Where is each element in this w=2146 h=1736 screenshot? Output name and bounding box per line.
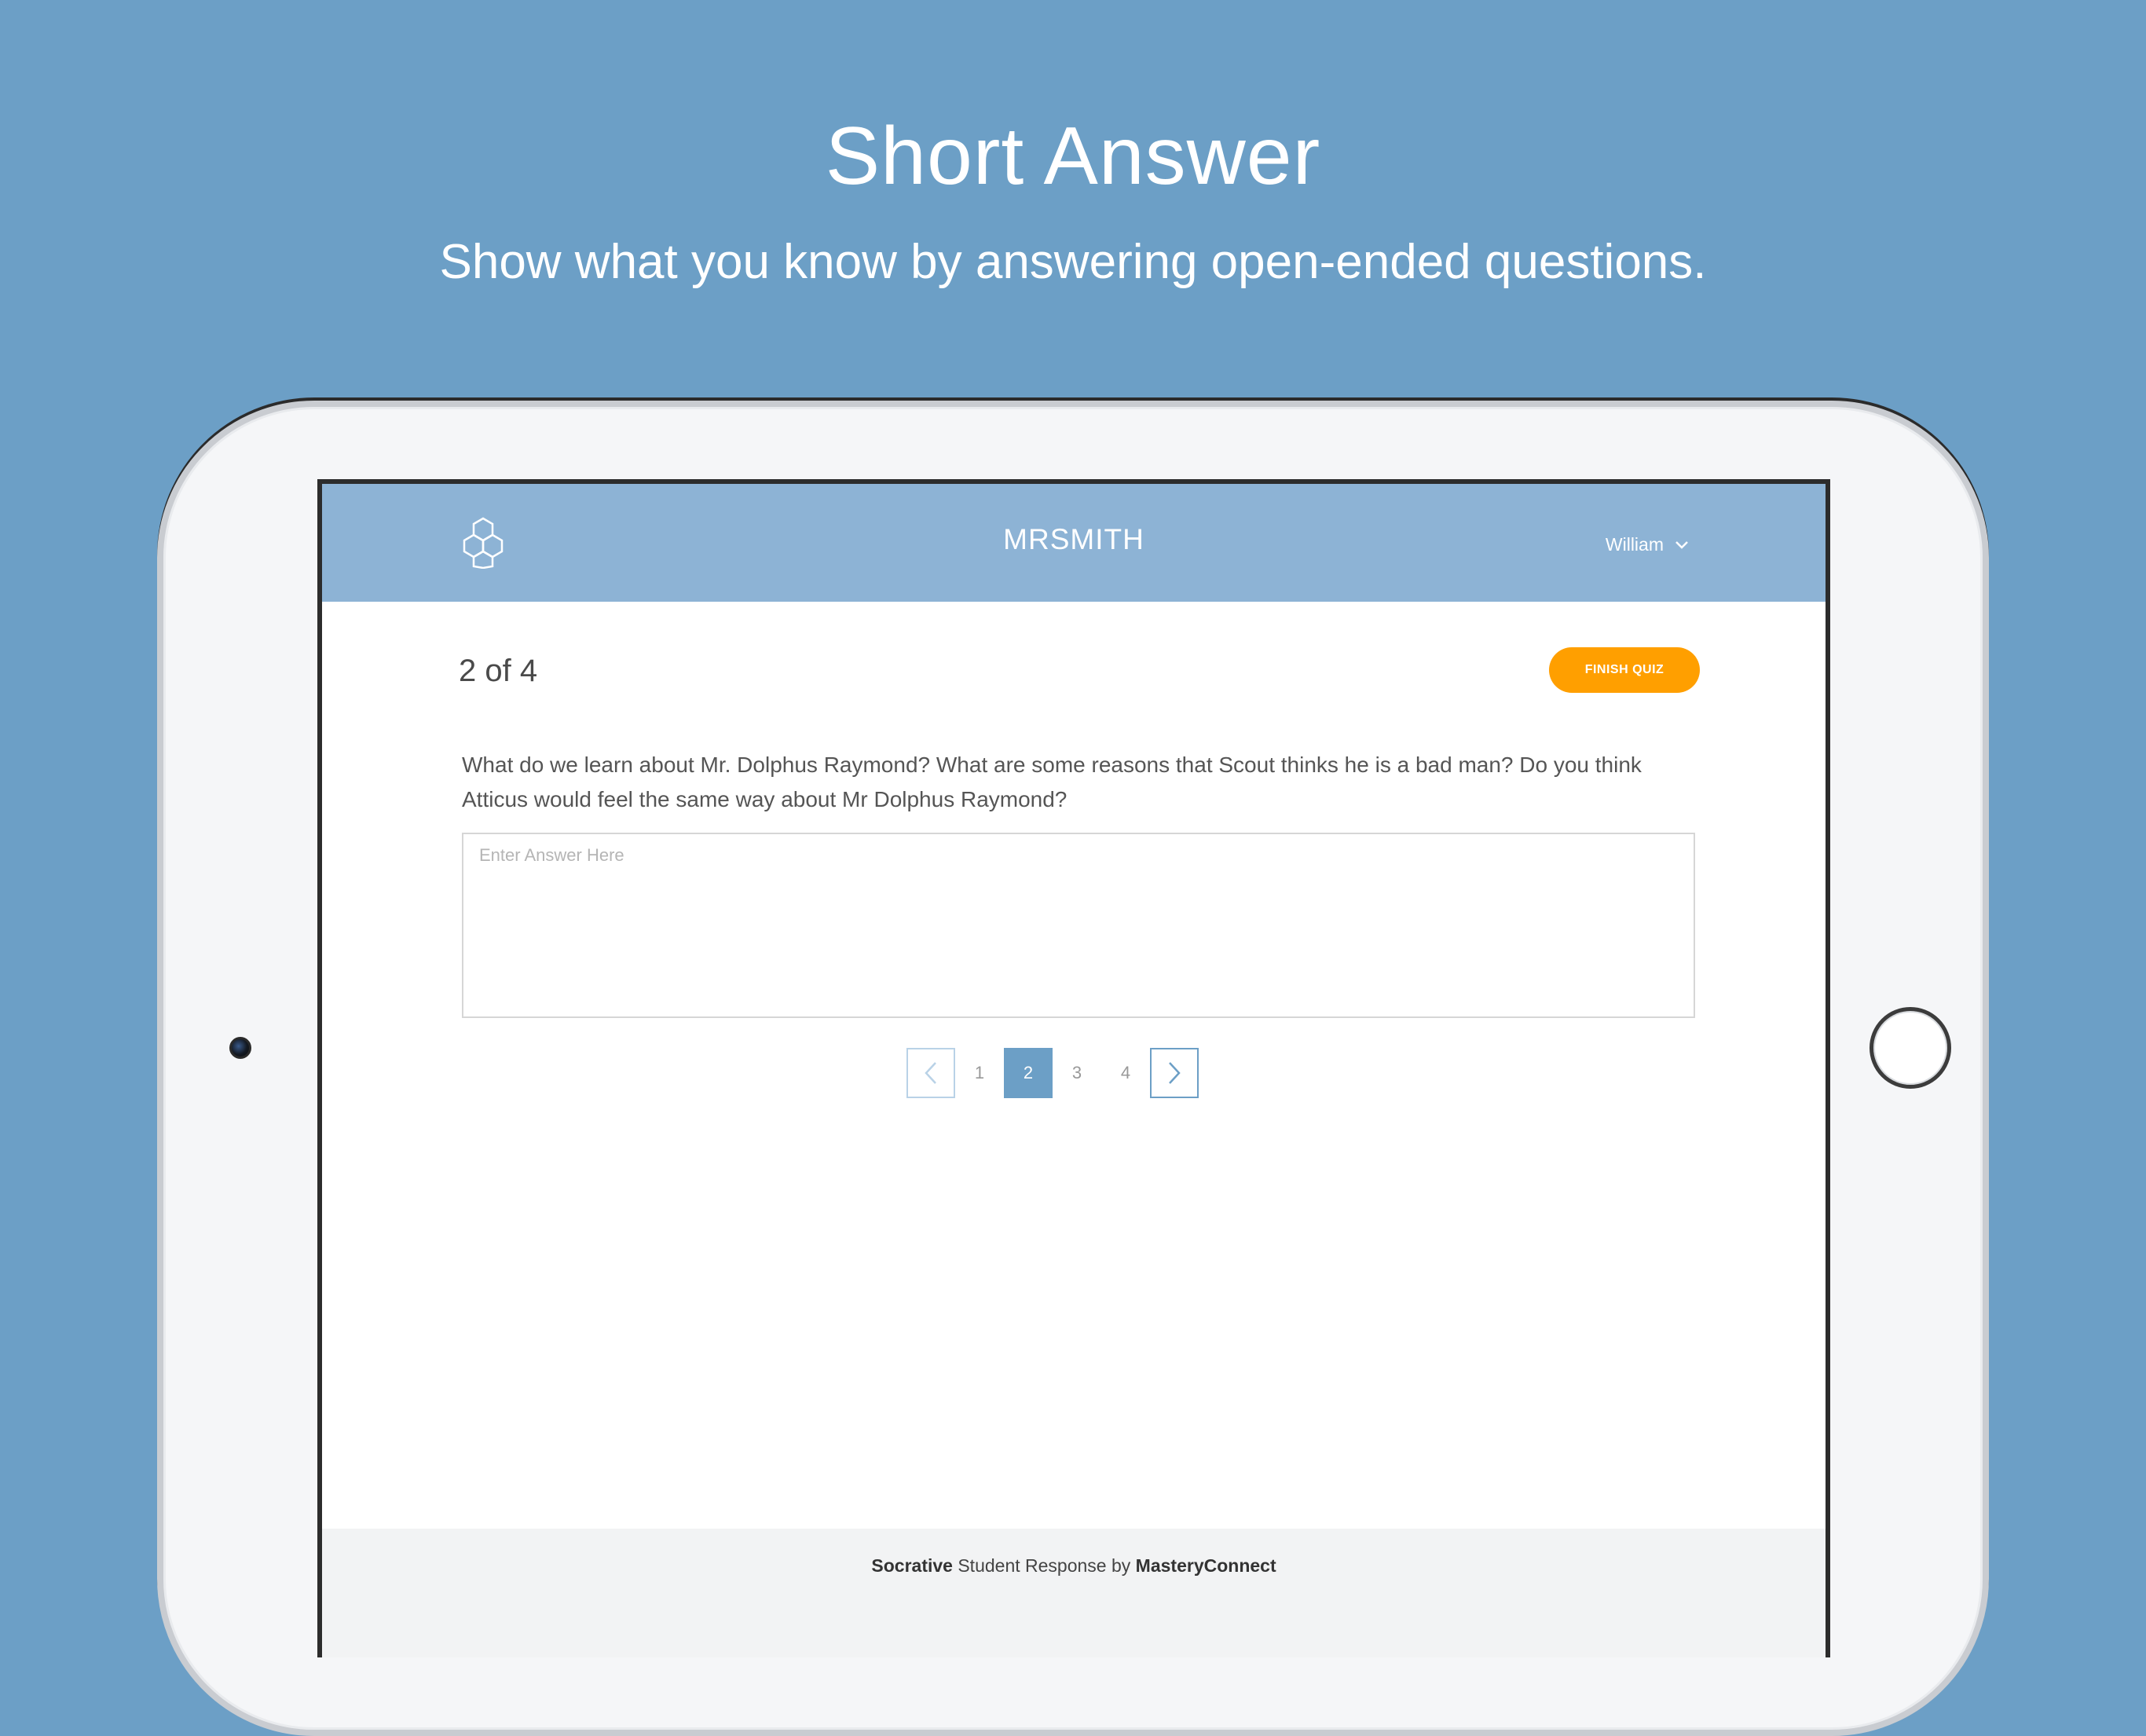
next-page-button[interactable] <box>1150 1048 1199 1098</box>
answer-input[interactable] <box>462 833 1695 1018</box>
footer-middle-text: Student Response by <box>952 1555 1136 1576</box>
app-footer: Socrative Student Response by MasteryCon… <box>322 1529 1826 1657</box>
promo-title: Short Answer <box>825 111 1321 202</box>
user-menu[interactable]: William <box>1606 534 1689 555</box>
home-button[interactable] <box>1870 1007 1951 1089</box>
user-name: William <box>1605 534 1664 555</box>
app-header: MRSMITH William <box>322 484 1826 602</box>
question-progress: 2 of 4 <box>459 654 538 688</box>
room-name: MRSMITH <box>1003 523 1144 555</box>
question-text: What do we learn about Mr. Dolphus Raymo… <box>462 753 1642 811</box>
chevron-left-icon <box>925 1062 936 1084</box>
page-1-button[interactable]: 1 <box>955 1048 1004 1098</box>
promo-subtitle: Show what you know by answering open-end… <box>439 235 1707 289</box>
page-4-button[interactable]: 4 <box>1101 1048 1150 1098</box>
previous-page-button[interactable] <box>906 1048 955 1098</box>
pagination: 1 2 3 4 <box>906 1048 1199 1098</box>
chevron-right-icon <box>1169 1062 1181 1084</box>
page-2-button[interactable]: 2 <box>1004 1048 1053 1098</box>
camera-icon <box>229 1037 251 1059</box>
footer-company: MasteryConnect <box>1135 1555 1276 1576</box>
finish-quiz-button[interactable]: FINISH QUIZ <box>1549 647 1700 693</box>
footer-brand: Socrative <box>871 1555 953 1576</box>
chevron-down-icon <box>1675 540 1688 549</box>
page-3-button[interactable]: 3 <box>1053 1048 1101 1098</box>
app-screen: MRSMITH William 2 of 4 FINISH QUIZ What … <box>317 479 1830 1657</box>
